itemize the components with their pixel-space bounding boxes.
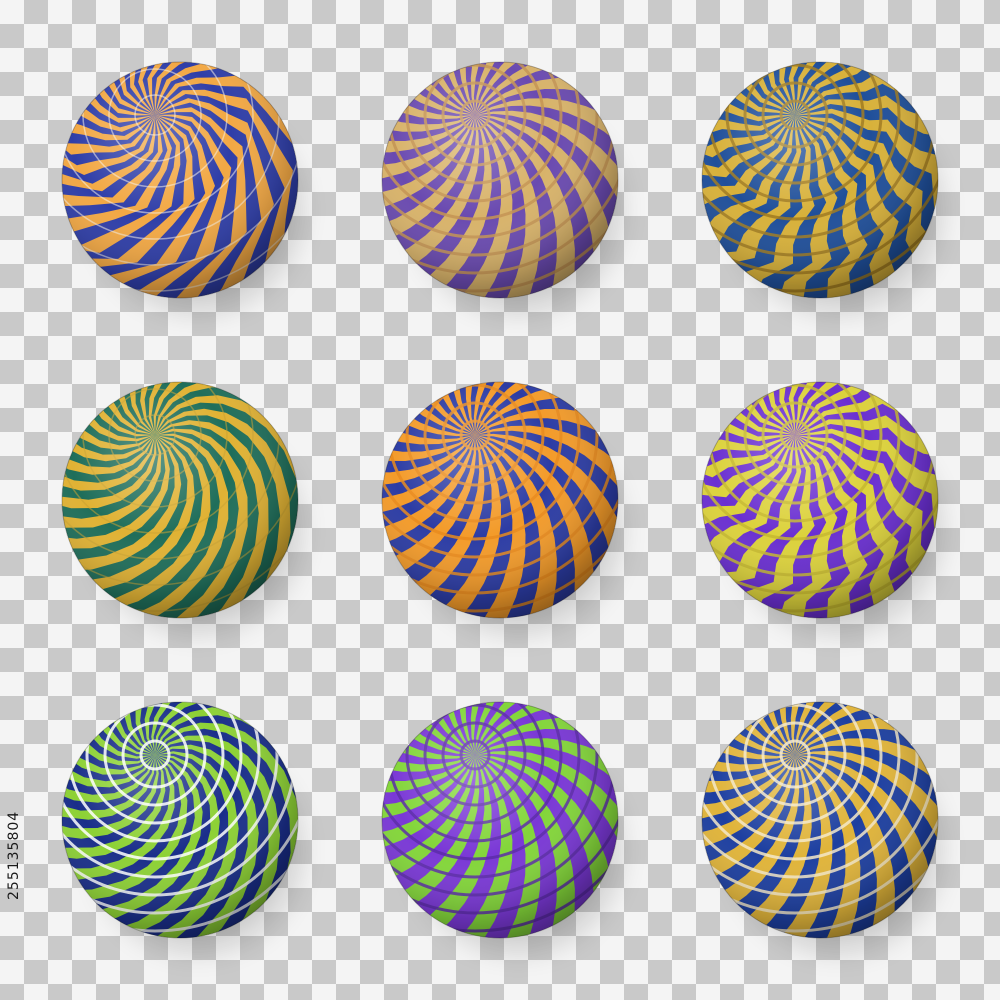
sphere-body	[61, 701, 299, 939]
sphere-zigzag-blue-orange	[60, 60, 318, 330]
sphere-chevrons-blue-gold	[700, 60, 958, 330]
sphere-triangles-green-navy	[60, 700, 318, 970]
sphere-body	[381, 381, 619, 619]
sphere-bricks-purple-green	[380, 700, 638, 970]
sphere-body	[381, 61, 619, 299]
sphere-hexagons-green-gold	[60, 380, 318, 650]
sphere-body	[381, 701, 619, 939]
sphere-arrows-purple-yellow	[700, 380, 958, 650]
transparency-checkerboard-background: 255135804	[0, 0, 1000, 1000]
sphere-body	[701, 61, 939, 299]
sphere-bricks-blue-gold	[700, 700, 958, 970]
sphere-checks-orange-blue	[380, 380, 638, 650]
sphere-body	[701, 381, 939, 619]
stock-id-watermark: 255135804	[6, 810, 22, 900]
sphere-triangles-purple-tan	[380, 60, 638, 330]
sphere-body	[701, 701, 939, 939]
sphere-body	[61, 61, 299, 299]
sphere-body	[61, 381, 299, 619]
